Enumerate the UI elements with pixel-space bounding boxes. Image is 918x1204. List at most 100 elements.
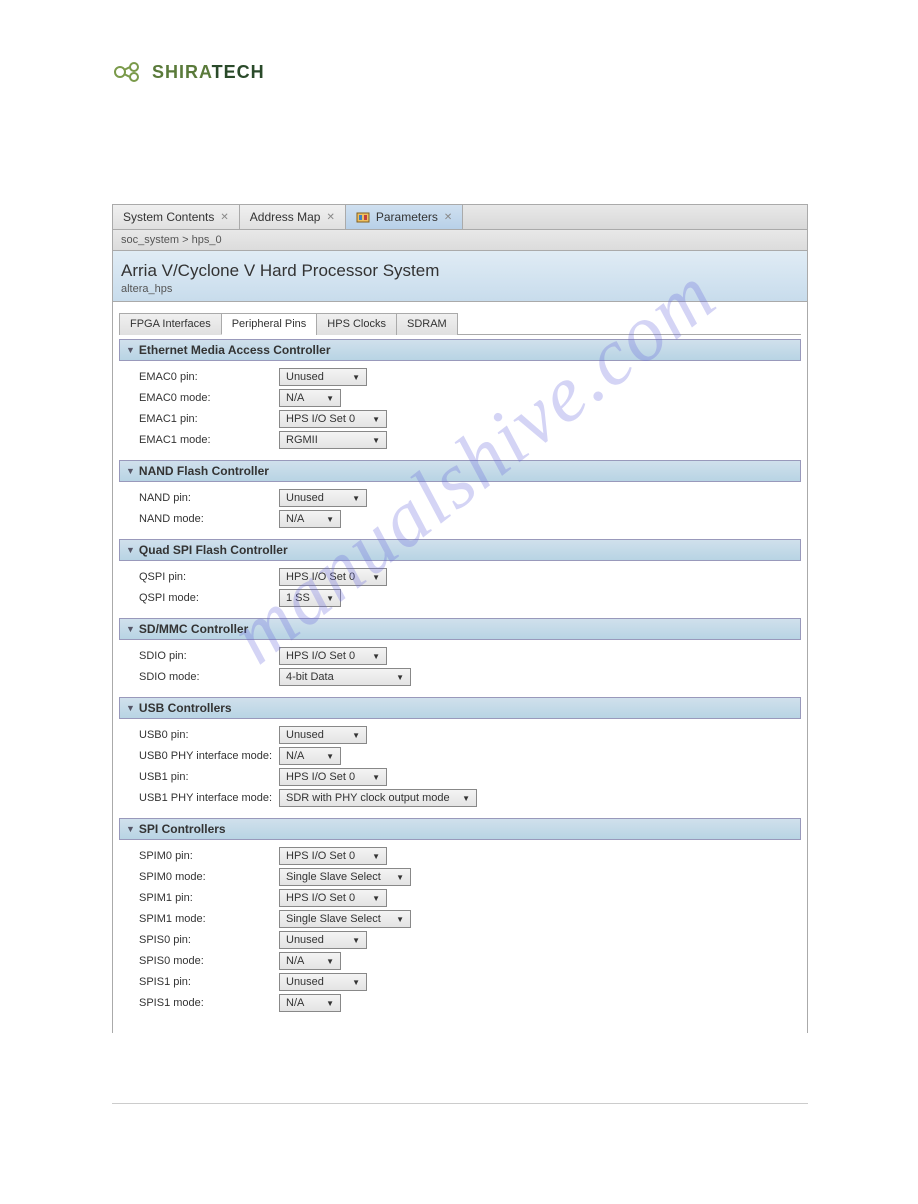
param-dropdown[interactable]: N/A ▼ (279, 389, 341, 407)
param-dropdown[interactable]: HPS I/O Set 0▼ (279, 768, 387, 786)
param-dropdown[interactable]: Unused▼ (279, 368, 367, 386)
param-dropdown[interactable]: Single Slave Select▼ (279, 910, 411, 928)
param-dropdown[interactable]: SDR with PHY clock output mode▼ (279, 789, 477, 807)
param-dropdown[interactable]: Single Slave Select▼ (279, 868, 411, 886)
param-dropdown[interactable]: N/A ▼ (279, 952, 341, 970)
sub-tab-1[interactable]: Peripheral Pins (221, 313, 318, 335)
section-1: ▼NAND Flash ControllerNAND pin:Unused▼NA… (119, 460, 801, 535)
section-4: ▼USB ControllersUSB0 pin:Unused▼USB0 PHY… (119, 697, 801, 814)
param-dropdown[interactable]: Unused▼ (279, 973, 367, 991)
sub-tab-3[interactable]: SDRAM (396, 313, 458, 335)
param-dropdown[interactable]: N/A▼ (279, 510, 341, 528)
param-row: EMAC1 pin:HPS I/O Set 0▼ (139, 410, 797, 428)
param-label: EMAC1 mode: (139, 434, 279, 446)
param-label: NAND pin: (139, 492, 279, 504)
section-title: Ethernet Media Access Controller (139, 343, 331, 357)
sub-tab-0[interactable]: FPGA Interfaces (119, 313, 222, 335)
close-icon[interactable]: ✕ (444, 212, 452, 223)
param-label: USB1 pin: (139, 771, 279, 783)
param-row: QSPI mode:1 SS▼ (139, 589, 797, 607)
param-label: SPIM1 pin: (139, 892, 279, 904)
logo: SHIRATECH (112, 60, 808, 84)
chevron-down-icon: ▼ (372, 573, 380, 582)
param-dropdown[interactable]: Unused▼ (279, 931, 367, 949)
param-label: SPIS1 pin: (139, 976, 279, 988)
dropdown-value: N/A (286, 750, 304, 762)
chevron-down-icon: ▼ (326, 999, 334, 1008)
dropdown-value: RGMII (286, 434, 318, 446)
close-icon[interactable]: ✕ (326, 212, 334, 223)
parameters-icon (356, 210, 370, 224)
param-dropdown[interactable]: HPS I/O Set 0▼ (279, 847, 387, 865)
param-label: EMAC0 pin: (139, 371, 279, 383)
dropdown-value: 1 SS (286, 592, 310, 604)
section-header[interactable]: ▼SPI Controllers (119, 818, 801, 840)
top-tab-1[interactable]: Address Map✕ (240, 205, 346, 229)
top-tab-2[interactable]: Parameters✕ (346, 205, 463, 229)
section-title: SPI Controllers (139, 822, 226, 836)
section-3: ▼SD/MMC ControllerSDIO pin:HPS I/O Set 0… (119, 618, 801, 693)
param-row: SPIS1 pin:Unused▼ (139, 973, 797, 991)
param-row: USB1 pin:HPS I/O Set 0▼ (139, 768, 797, 786)
param-dropdown[interactable]: HPS I/O Set 0▼ (279, 410, 387, 428)
dropdown-value: Unused (286, 492, 324, 504)
dropdown-value: N/A (286, 392, 304, 404)
param-label: SPIM1 mode: (139, 913, 279, 925)
dropdown-value: N/A (286, 513, 304, 525)
body-area: FPGA InterfacesPeripheral PinsHPS Clocks… (113, 302, 807, 1033)
dropdown-value: HPS I/O Set 0 (286, 892, 355, 904)
param-row: SPIS0 pin:Unused▼ (139, 931, 797, 949)
section-body: SDIO pin:HPS I/O Set 0▼ SDIO mode:4-bit D… (119, 640, 801, 693)
param-dropdown[interactable]: N/A▼ (279, 747, 341, 765)
dropdown-value: Unused (286, 729, 324, 741)
section-header[interactable]: ▼USB Controllers (119, 697, 801, 719)
chevron-down-icon: ▼ (372, 773, 380, 782)
chevron-down-icon: ▼ (396, 873, 404, 882)
section-title: SD/MMC Controller (139, 622, 248, 636)
chevron-down-icon: ▼ (326, 394, 334, 403)
chevron-down-icon: ▼ (326, 957, 334, 966)
param-dropdown[interactable]: HPS I/O Set 0▼ (279, 568, 387, 586)
sub-tab-2[interactable]: HPS Clocks (316, 313, 397, 335)
chevron-down-icon: ▼ (462, 794, 470, 803)
param-row: EMAC0 mode:N/A▼ (139, 389, 797, 407)
param-row: SPIS1 mode:N/A▼ (139, 994, 797, 1012)
section-body: NAND pin:Unused▼NAND mode:N/A▼ (119, 482, 801, 535)
dropdown-value: HPS I/O Set 0 (286, 650, 355, 662)
section-header[interactable]: ▼SD/MMC Controller (119, 618, 801, 640)
param-label: SDIO pin: (139, 650, 279, 662)
param-row: EMAC1 mode: RGMII ▼ (139, 431, 797, 449)
collapse-icon: ▼ (126, 466, 135, 476)
chevron-down-icon: ▼ (372, 436, 380, 445)
chevron-down-icon: ▼ (352, 936, 360, 945)
tab-label: System Contents (123, 210, 214, 224)
chevron-down-icon: ▼ (352, 373, 360, 382)
param-dropdown[interactable]: Unused▼ (279, 726, 367, 744)
param-label: QSPI mode: (139, 592, 279, 604)
param-dropdown[interactable]: HPS I/O Set 0▼ (279, 647, 387, 665)
top-tab-0[interactable]: System Contents ✕ (113, 205, 240, 229)
chevron-down-icon: ▼ (352, 978, 360, 987)
param-dropdown[interactable]: HPS I/O Set 0▼ (279, 889, 387, 907)
chevron-down-icon: ▼ (396, 915, 404, 924)
section-header[interactable]: ▼NAND Flash Controller (119, 460, 801, 482)
param-dropdown[interactable]: N/A ▼ (279, 994, 341, 1012)
param-dropdown[interactable]: 4-bit Data▼ (279, 668, 411, 686)
section-body: SPIM0 pin:HPS I/O Set 0▼SPIM0 mode:Singl… (119, 840, 801, 1019)
breadcrumb: soc_system > hps_0 (113, 230, 807, 251)
param-row: SDIO mode:4-bit Data▼ (139, 668, 797, 686)
dropdown-value: N/A (286, 955, 304, 967)
param-dropdown[interactable]: RGMII ▼ (279, 431, 387, 449)
section-header[interactable]: ▼Quad SPI Flash Controller (119, 539, 801, 561)
section-header[interactable]: ▼Ethernet Media Access Controller (119, 339, 801, 361)
page-title: Arria V/Cyclone V Hard Processor System (121, 261, 799, 281)
param-dropdown[interactable]: Unused▼ (279, 489, 367, 507)
param-row: SPIM1 pin:HPS I/O Set 0▼ (139, 889, 797, 907)
param-row: NAND pin:Unused▼ (139, 489, 797, 507)
param-label: QSPI pin: (139, 571, 279, 583)
dropdown-value: N/A (286, 997, 304, 1009)
sub-tab-bar: FPGA InterfacesPeripheral PinsHPS Clocks… (119, 312, 801, 335)
close-icon[interactable]: ✕ (220, 212, 228, 223)
param-dropdown[interactable]: 1 SS▼ (279, 589, 341, 607)
dropdown-value: HPS I/O Set 0 (286, 413, 355, 425)
